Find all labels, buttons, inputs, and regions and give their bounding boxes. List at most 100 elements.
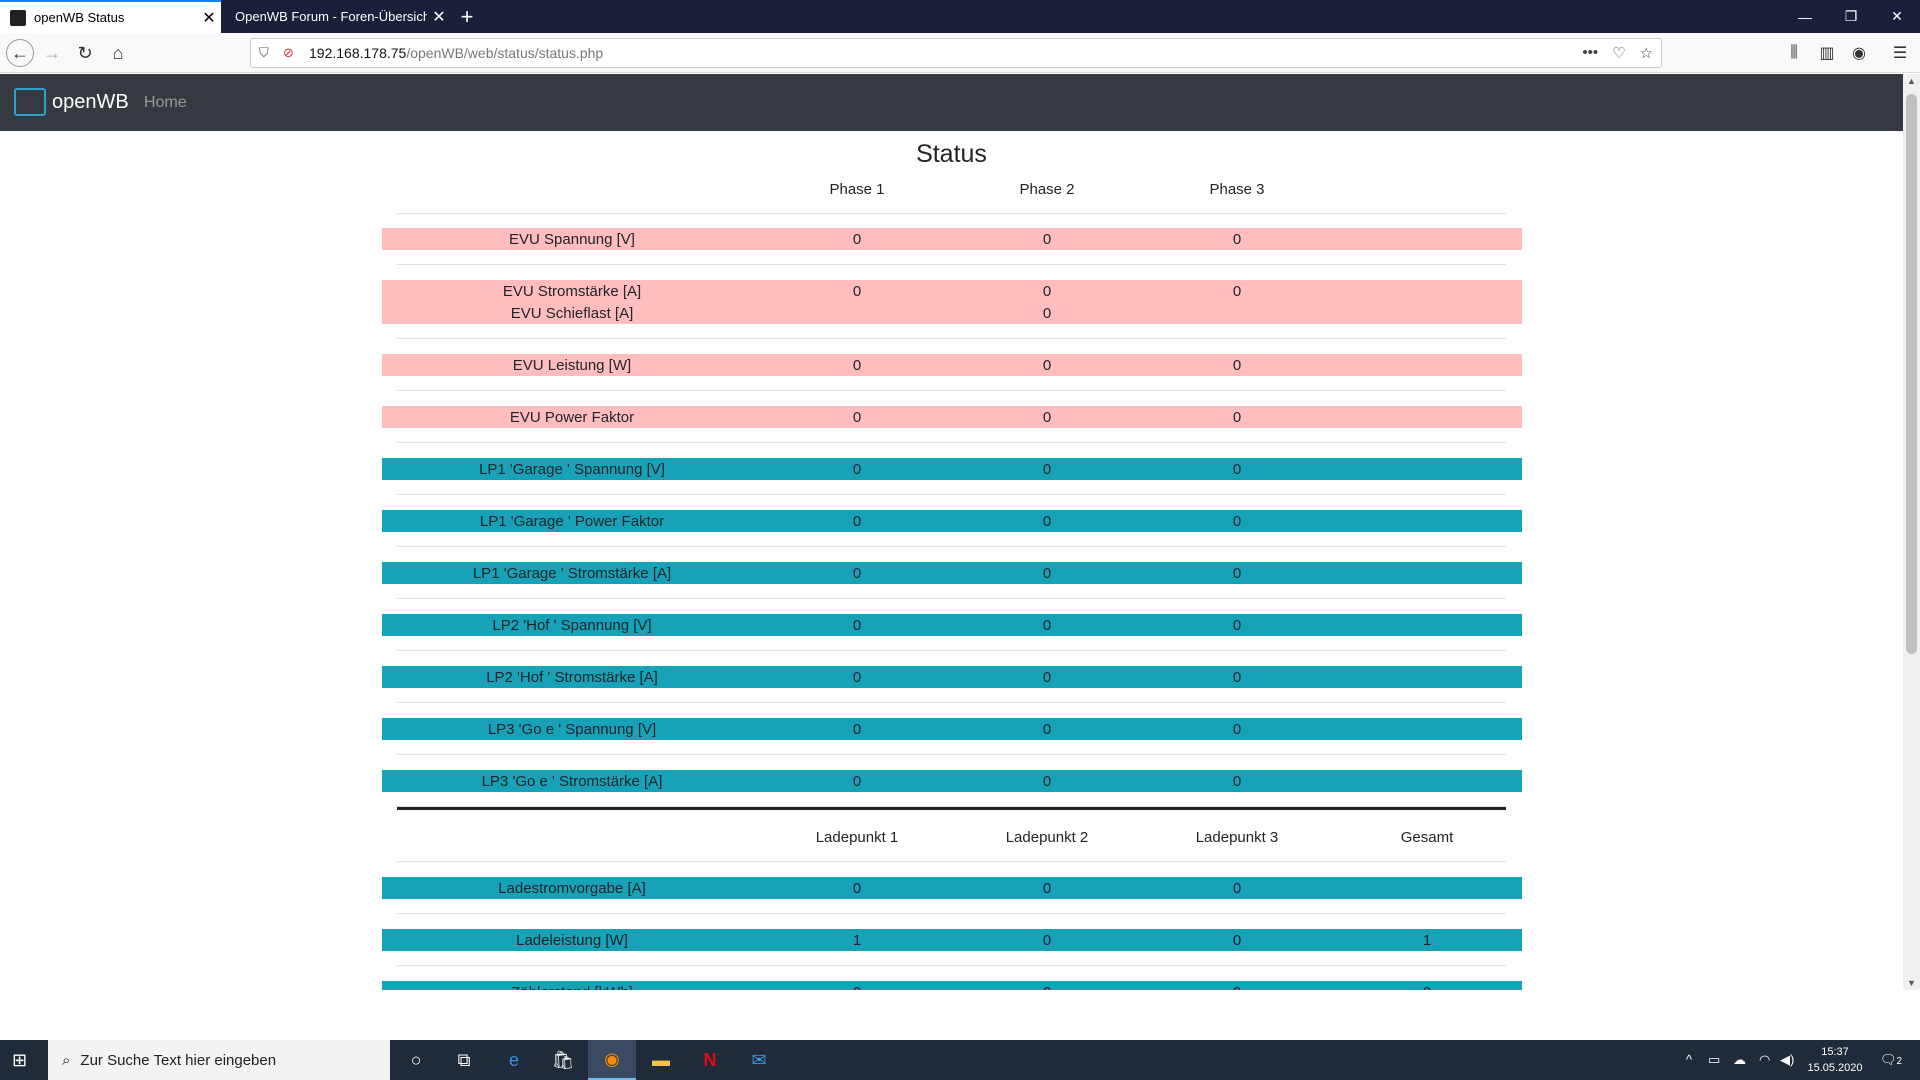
ladepunkt-row: Ladestromvorgabe [A] 0 0 0 — [382, 877, 1522, 899]
divider — [397, 754, 1506, 755]
page-scrollbar[interactable]: ▲ ▼ — [1903, 74, 1920, 990]
gesamt-value: 1 — [1422, 932, 1432, 949]
onedrive-icon[interactable]: ☁ — [1733, 1052, 1746, 1068]
reload-icon[interactable]: ↻ — [71, 39, 99, 67]
search-placeholder: Zur Suche Text hier eingeben — [80, 1051, 277, 1069]
row-label: EVU Schieflast [A] — [510, 305, 634, 322]
url-bar[interactable]: ⛉ ⊘ 192.168.178.75/openWB/web/status/sta… — [250, 38, 1662, 68]
browser-nav-bar: ← → ↻ ⌂ ⛉ ⊘ 192.168.178.75/openWB/web/st… — [0, 33, 1920, 73]
account-icon[interactable]: ◉ — [1847, 41, 1871, 65]
row-label: EVU Stromstärke [A] — [502, 283, 642, 300]
ladepunkt-1-value: 0 — [852, 880, 862, 897]
sidebar-icon[interactable]: ▥ — [1815, 41, 1839, 65]
firefox-icon[interactable]: ◉ — [588, 1040, 636, 1080]
url-text[interactable]: 192.168.178.75/openWB/web/status/status.… — [309, 45, 603, 61]
row-label: LP2 'Hof ' Stromstärke [A] — [486, 669, 658, 686]
row-label: LP1 'Garage ' Power Faktor — [479, 513, 665, 530]
ladepunkt-3-value: 0 — [1232, 932, 1242, 949]
row-label: LP3 'Go e ' Spannung [V] — [487, 721, 657, 738]
phase-row: LP2 'Hof ' Stromstärke [A] 0 0 0 — [382, 666, 1522, 688]
wifi-icon[interactable]: ◠ — [1759, 1052, 1770, 1068]
home-icon[interactable]: ⌂ — [104, 39, 132, 67]
windows-start-icon[interactable]: ⊞ — [12, 1050, 32, 1070]
volume-icon[interactable]: ◀) — [1780, 1052, 1794, 1068]
header-ladepunkt-3: Ladepunkt 3 — [1195, 829, 1279, 846]
phase-2-value: 0 — [1042, 773, 1052, 790]
notifications-icon[interactable]: 🗨2 — [1880, 1052, 1902, 1068]
phase-row: LP1 'Garage ' Stromstärke [A] 0 0 0 — [382, 562, 1522, 584]
header-phase-2: Phase 2 — [1019, 181, 1075, 198]
phase-1-value: 0 — [852, 721, 862, 738]
phase-1-value: 0 — [852, 283, 862, 300]
openwb-navbar: openWB Home — [0, 74, 1903, 131]
bookmark-star-icon[interactable]: ☆ — [1640, 44, 1653, 62]
divider — [397, 494, 1506, 495]
phase-1-value: 0 — [852, 513, 862, 530]
phase-row: LP3 'Go e ' Stromstärke [A] 0 0 0 — [382, 770, 1522, 792]
more-actions-icon[interactable]: ••• — [1582, 44, 1598, 62]
restore-icon[interactable]: ❐ — [1828, 0, 1874, 33]
ladepunkt-2-value: 0 — [1042, 880, 1052, 897]
scroll-up-icon[interactable]: ▲ — [1907, 76, 1916, 86]
phase-2-value: 0 — [1042, 565, 1052, 582]
divider — [397, 598, 1506, 599]
tab-openwb-status[interactable]: openWB Status ✕ — [0, 0, 221, 33]
row-label: Ladestromvorgabe [A] — [498, 880, 646, 897]
shield-icon[interactable]: ⛉ — [259, 45, 277, 61]
divider — [397, 390, 1506, 391]
task-view-icon[interactable]: ⧉ — [440, 1040, 488, 1080]
brand[interactable]: openWB — [14, 88, 129, 116]
back-icon[interactable]: ← — [6, 39, 34, 67]
window-close-icon[interactable]: ✕ — [1874, 0, 1920, 33]
tray-overflow-icon[interactable]: ^ — [1686, 1052, 1692, 1067]
phase-3-value: 0 — [1232, 721, 1242, 738]
store-icon[interactable]: 🛍 — [539, 1040, 587, 1080]
menu-icon[interactable]: ☰ — [1888, 41, 1912, 65]
ladepunkt-3-value: 0 — [1232, 880, 1242, 897]
phase-1-value: 0 — [852, 461, 862, 478]
divider — [397, 338, 1506, 339]
battery-icon[interactable]: ▭ — [1708, 1052, 1720, 1068]
phase-3-value: 0 — [1232, 231, 1242, 248]
phase-3-value: 0 — [1232, 461, 1242, 478]
brand-text: openWB — [52, 90, 129, 113]
phase-3-value: 0 — [1232, 617, 1242, 634]
phase-2-value: 0 — [1042, 357, 1052, 374]
close-tab-icon[interactable]: ✕ — [197, 8, 221, 28]
divider — [397, 442, 1506, 443]
phase-2-value: 0 — [1042, 409, 1052, 426]
scrollbar-thumb[interactable] — [1906, 94, 1917, 654]
ladepunkt-row: Ladeleistung [W] 1 0 0 1 — [382, 929, 1522, 951]
phase-3-value: 0 — [1232, 773, 1242, 790]
file-explorer-icon[interactable]: ▬ — [637, 1040, 685, 1080]
pocket-icon[interactable]: ♡ — [1612, 44, 1625, 62]
phase-2-value: 0 — [1042, 283, 1052, 300]
web-page: openWB Home Status Phase 1 Phase 2 Phase… — [0, 74, 1903, 990]
library-icon[interactable]: ⫼ — [1782, 41, 1806, 65]
taskbar-clock[interactable]: 15:37 15.05.2020 — [1800, 1044, 1870, 1076]
phase-3-value: 0 — [1232, 283, 1242, 300]
phase-2-value: 0 — [1042, 461, 1052, 478]
divider — [397, 861, 1506, 862]
taskbar-search-box[interactable]: ⌕ Zur Suche Text hier eingeben — [48, 1040, 390, 1080]
header-phase-3: Phase 3 — [1209, 181, 1265, 198]
close-tab-icon[interactable]: ✕ — [427, 7, 451, 27]
forward-icon[interactable]: → — [38, 39, 66, 67]
browser-tab-strip: openWB Status ✕ OpenWB Forum - Foren-Übe… — [0, 0, 1920, 33]
new-tab-icon[interactable]: + — [451, 0, 483, 33]
cortana-icon[interactable]: ○ — [392, 1040, 440, 1080]
nav-home-link[interactable]: Home — [144, 94, 187, 112]
divider — [397, 650, 1506, 651]
phase-row: LP2 'Hof ' Spannung [V] 0 0 0 — [382, 614, 1522, 636]
insecure-lock-icon[interactable]: ⊘ — [283, 45, 301, 61]
row-label: EVU Spannung [V] — [509, 231, 635, 248]
tab-openwb-forum[interactable]: OpenWB Forum - Foren-Übersicht ✕ — [221, 0, 451, 33]
minimize-icon[interactable]: — — [1782, 0, 1828, 33]
netflix-icon[interactable]: N — [686, 1040, 734, 1080]
mail-icon[interactable]: ✉ — [735, 1040, 783, 1080]
phase-3-value: 0 — [1232, 409, 1242, 426]
openwb-logo-icon — [14, 88, 46, 116]
scroll-down-icon[interactable]: ▼ — [1907, 978, 1916, 988]
edge-icon[interactable]: e — [490, 1040, 538, 1080]
phase-2-value: 0 — [1042, 513, 1052, 530]
